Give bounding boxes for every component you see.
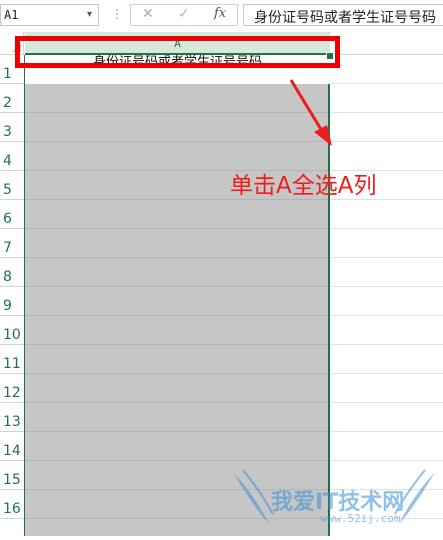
watermark-url: www.52ij.com <box>321 512 401 525</box>
arrow-icon <box>289 79 332 146</box>
annotation-text: 单击A全选A列 <box>230 173 377 199</box>
watermark: 我爱IT技术网 www.52ij.com <box>225 466 443 536</box>
